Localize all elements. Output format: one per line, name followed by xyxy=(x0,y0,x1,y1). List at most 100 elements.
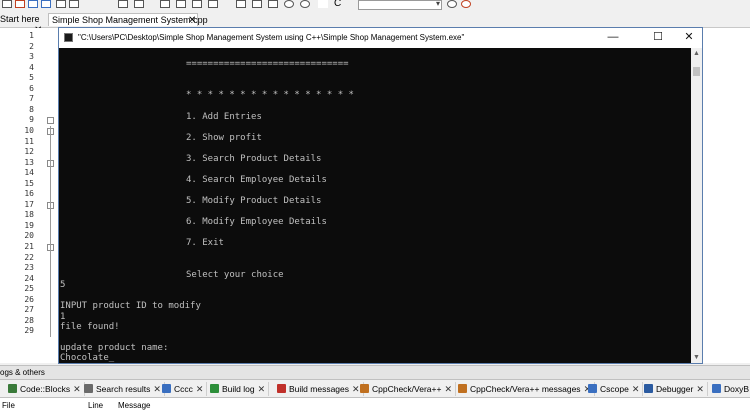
log-tab[interactable]: Build messages ✕ xyxy=(277,382,364,396)
menu-item: 3. Search Product Details xyxy=(186,154,322,164)
minimize-icon[interactable]: — xyxy=(598,30,628,45)
log-tab-label: Build messages xyxy=(289,384,350,394)
close-icon[interactable]: ✕ xyxy=(444,384,452,394)
log-tab-icon xyxy=(644,384,653,393)
console-output: ============================== * * * * *… xyxy=(59,48,691,363)
debug-icon[interactable] xyxy=(28,0,38,8)
line-number: 8 xyxy=(29,104,34,114)
tab-source-file[interactable]: Simple Shop Management System.cpp ✕ xyxy=(48,13,208,27)
console-prompt: Select your choice xyxy=(186,270,284,280)
log-tab-label: CppCheck/Vera++ messages xyxy=(470,384,581,394)
zoom-out-icon[interactable] xyxy=(300,0,310,8)
find-icon[interactable] xyxy=(461,0,471,8)
close-icon[interactable]: ✕ xyxy=(696,384,704,394)
window2-icon[interactable] xyxy=(134,0,144,8)
close-icon[interactable]: ✕ xyxy=(196,384,204,394)
align4-icon[interactable] xyxy=(208,0,218,8)
menu-item: 7. Exit xyxy=(186,238,224,248)
line-number: 27 xyxy=(24,305,34,315)
line-number: 9 xyxy=(29,115,34,125)
zoom-in-icon[interactable] xyxy=(284,0,294,8)
close-icon[interactable]: ✕ xyxy=(632,384,640,394)
menu-item: 5. Modify Product Details xyxy=(186,196,322,206)
log-tab-icon xyxy=(8,384,17,393)
line-number: 20 xyxy=(24,231,34,241)
line-number: 13 xyxy=(24,157,34,167)
log-tab[interactable]: CppCheck/Vera++ ✕ xyxy=(360,382,457,396)
log-tab-label: Code::Blocks xyxy=(20,384,71,394)
log-tab-label: Cscope xyxy=(600,384,629,394)
next-icon[interactable] xyxy=(56,0,66,8)
close-icon[interactable]: ✕ xyxy=(352,384,360,394)
log-tab[interactable]: CppCheck/Vera++ messages✕ xyxy=(458,382,596,396)
box2-icon[interactable] xyxy=(252,0,262,8)
console-titlebar[interactable]: "C:\Users\PC\Desktop\Simple Shop Managem… xyxy=(59,28,702,48)
line-number: 21 xyxy=(24,242,34,251)
menu-item: 2. Show profit xyxy=(186,133,262,143)
scroll-down-icon[interactable]: ▼ xyxy=(693,354,700,361)
console-separator: ============================== xyxy=(186,59,349,69)
close-icon[interactable]: ✕ xyxy=(188,14,196,27)
align3-icon[interactable] xyxy=(192,0,202,8)
menu-item: 6. Modify Employee Details xyxy=(186,217,327,227)
search-icon[interactable] xyxy=(447,0,457,8)
box3-icon[interactable] xyxy=(268,0,278,8)
column-message[interactable]: Message xyxy=(118,401,150,410)
align2-icon[interactable] xyxy=(176,0,186,8)
console-typed-input[interactable]: Chocolate_ xyxy=(60,353,114,363)
cursor-icon[interactable] xyxy=(90,0,100,8)
window-icon[interactable] xyxy=(118,0,128,8)
maximize-icon[interactable]: ☐ xyxy=(643,30,673,45)
line-number: 11 xyxy=(24,136,34,146)
log-tab-icon xyxy=(588,384,597,393)
line-number: 5 xyxy=(29,73,34,83)
console-file-found: file found! xyxy=(60,322,120,332)
console-title: "C:\Users\PC\Desktop\Simple Shop Managem… xyxy=(78,33,465,42)
close-icon[interactable]: ✕ xyxy=(73,384,81,394)
toolbar: C ▾ xyxy=(0,0,750,12)
log-tab[interactable]: Search results ✕ xyxy=(84,382,165,396)
log-tab[interactable]: Debugger ✕ xyxy=(644,382,708,396)
line-number: 4 xyxy=(29,62,34,72)
log-tab[interactable]: Cccc ✕ xyxy=(162,382,208,396)
line-number: 24 xyxy=(24,273,34,283)
align-icon[interactable] xyxy=(160,0,170,8)
logs-panel-header: ogs & others xyxy=(0,365,750,380)
console-window[interactable]: "C:\Users\PC\Desktop\Simple Shop Managem… xyxy=(58,27,703,364)
line-number: 3 xyxy=(29,52,34,62)
box-icon[interactable] xyxy=(236,0,246,8)
log-tab[interactable]: Code::Blocks ✕ xyxy=(8,382,85,396)
console-scrollbar[interactable]: ▲ ▼ xyxy=(691,48,702,363)
step-icon[interactable] xyxy=(41,0,51,8)
logs-tab-bar: Code::Blocks ✕ Search results ✕ Cccc ✕ Build l… xyxy=(0,380,750,398)
close-icon[interactable]: ✕ xyxy=(153,384,161,394)
column-line[interactable]: Line xyxy=(88,401,103,410)
line-number: 1 xyxy=(29,31,34,40)
line-number: 15 xyxy=(24,178,34,188)
scrollbar-thumb[interactable] xyxy=(693,67,700,76)
line-number: 22 xyxy=(24,252,34,262)
log-tab-icon xyxy=(277,384,286,393)
toolbar-combo[interactable]: ▾ xyxy=(358,0,442,10)
log-tab[interactable]: DoxyB xyxy=(712,382,750,396)
line-number: 26 xyxy=(24,294,34,304)
chevron-down-icon: ▾ xyxy=(435,0,440,8)
line-number: 2 xyxy=(29,41,34,51)
scroll-up-icon[interactable]: ▲ xyxy=(693,50,700,57)
log-tab[interactable]: Build log ✕ xyxy=(210,382,270,396)
column-file[interactable]: File xyxy=(2,401,15,410)
line-number: 17 xyxy=(24,199,34,209)
line-number: 28 xyxy=(24,315,34,325)
gear-icon[interactable] xyxy=(2,0,12,8)
close-icon[interactable]: ✕ xyxy=(674,30,704,45)
line-number: 29 xyxy=(24,326,34,336)
editor-tab-bar: Start here ✕ Simple Shop Management Syst… xyxy=(0,12,750,36)
step-into-icon[interactable] xyxy=(69,0,79,8)
close-icon[interactable]: ✕ xyxy=(258,384,266,394)
c-icon[interactable]: C xyxy=(334,0,344,9)
stop-icon[interactable] xyxy=(15,0,25,8)
fold-toggle-icon[interactable] xyxy=(47,117,54,125)
log-tab[interactable]: Cscope ✕ xyxy=(588,382,644,396)
line-number: 6 xyxy=(29,83,34,93)
log-tab-label: Debugger xyxy=(656,384,694,394)
